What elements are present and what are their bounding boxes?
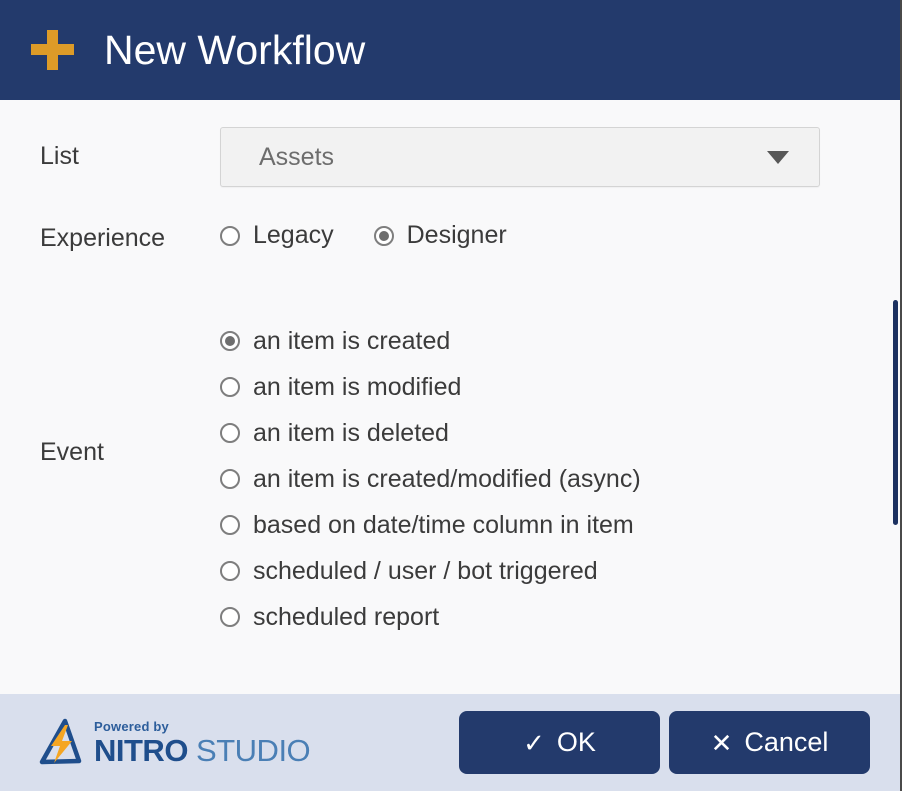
cancel-button-label: Cancel — [744, 727, 829, 757]
experience-radio-legacy[interactable]: Legacy — [220, 223, 334, 248]
event-radio-item-created-label: an item is created — [253, 326, 451, 355]
vertical-scrollbar[interactable] — [892, 100, 899, 694]
dialog-header: New Workflow — [0, 0, 902, 100]
form-row-experience: Experience Legacy Designer — [0, 223, 902, 251]
experience-radio-group: Legacy Designer — [220, 223, 902, 248]
radio-selected-icon[interactable] — [373, 225, 394, 246]
cancel-button[interactable]: ✕ Cancel — [669, 711, 870, 774]
event-radio-date-time-column-label: based on date/time column in item — [253, 510, 634, 539]
event-radio-scheduled-report[interactable]: scheduled report — [220, 594, 902, 640]
event-radio-item-deleted[interactable]: an item is deleted — [220, 410, 902, 456]
radio-selected-icon[interactable] — [220, 331, 240, 351]
new-workflow-dialog: New Workflow List Assets Experience Lega… — [0, 0, 902, 791]
radio-unselected-icon[interactable] — [220, 469, 240, 489]
radio-unselected-icon[interactable] — [220, 561, 240, 581]
list-dropdown-value: Assets — [259, 142, 335, 171]
experience-label: Experience — [40, 224, 166, 252]
event-radio-item-modified-label: an item is modified — [253, 372, 462, 401]
event-radio-item-modified[interactable]: an item is modified — [220, 364, 902, 410]
radio-unselected-icon[interactable] — [220, 225, 240, 246]
form-row-event: Event an item is created an item is modi… — [0, 318, 902, 640]
ok-button[interactable]: ✓ OK — [459, 711, 660, 774]
list-control: Assets — [220, 127, 902, 187]
form-row-list: List Assets — [0, 127, 902, 187]
radio-unselected-icon[interactable] — [220, 423, 240, 443]
event-radio-item-deleted-label: an item is deleted — [253, 418, 449, 447]
radio-unselected-icon[interactable] — [220, 607, 240, 627]
logo-brand-text: NITRO STUDIO — [94, 732, 311, 768]
event-radio-item-created-modified-async[interactable]: an item is created/modified (async) — [220, 456, 902, 502]
experience-radio-designer-label: Designer — [406, 221, 507, 249]
check-icon: ✓ — [523, 727, 545, 758]
experience-radio-designer[interactable]: Designer — [373, 221, 507, 249]
dialog-body: List Assets Experience Legacy Designer E… — [0, 100, 902, 694]
dialog-action-buttons: ✓ OK ✕ Cancel — [459, 711, 870, 774]
page-title: New Workflow — [104, 26, 366, 73]
logo-powered-by-text: Powered by — [94, 718, 169, 734]
nitro-studio-logo: Powered by NITRO STUDIO — [34, 717, 311, 769]
ok-button-label: OK — [556, 727, 596, 757]
event-radio-group: an item is created an item is modified a… — [220, 318, 902, 640]
nitro-studio-wordmark: Powered by NITRO STUDIO — [94, 718, 311, 768]
radio-unselected-icon[interactable] — [220, 377, 240, 397]
experience-control: Legacy Designer — [220, 223, 902, 248]
list-label: List — [40, 142, 79, 170]
experience-radio-legacy-label: Legacy — [253, 221, 334, 249]
logo-brand-secondary: STUDIO — [187, 732, 311, 768]
dialog-footer: Powered by NITRO STUDIO ✓ OK ✕ Cancel — [0, 694, 902, 791]
plus-icon — [30, 28, 74, 72]
event-label: Event — [40, 438, 104, 466]
event-radio-date-time-column[interactable]: based on date/time column in item — [220, 502, 902, 548]
event-radio-scheduled-report-label: scheduled report — [253, 602, 440, 631]
scrollbar-thumb[interactable] — [893, 300, 898, 525]
close-icon: ✕ — [710, 727, 733, 758]
list-dropdown[interactable]: Assets — [220, 127, 820, 187]
event-radio-item-created[interactable]: an item is created — [220, 318, 902, 364]
chevron-down-icon — [767, 150, 789, 164]
event-radio-scheduled-triggered-label: scheduled / user / bot triggered — [253, 556, 598, 585]
event-control: an item is created an item is modified a… — [220, 318, 902, 640]
nitro-triangle-bolt-icon — [34, 717, 86, 769]
logo-brand-primary: NITRO — [94, 732, 188, 768]
event-radio-item-created-modified-async-label: an item is created/modified (async) — [253, 464, 641, 493]
radio-unselected-icon[interactable] — [220, 515, 240, 535]
event-radio-scheduled-triggered[interactable]: scheduled / user / bot triggered — [220, 548, 902, 594]
